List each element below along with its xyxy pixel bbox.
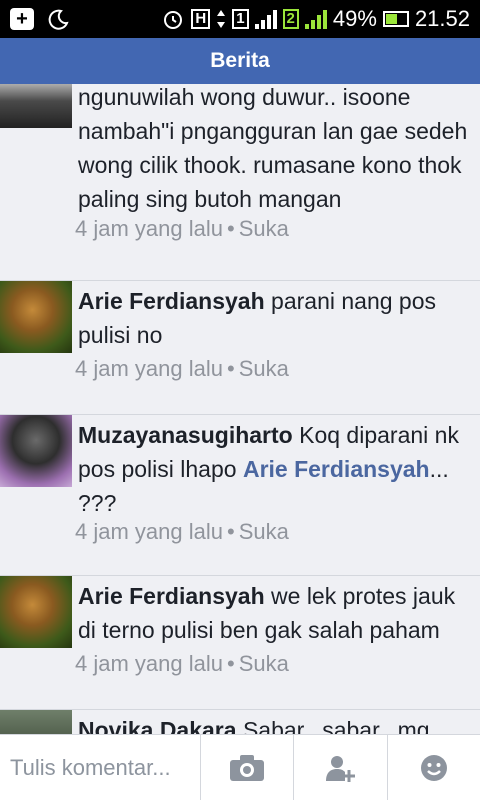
- like-link[interactable]: Suka: [239, 356, 289, 381]
- comment-meta: 4 jam yang lalu • Suka: [75, 356, 289, 382]
- tag-friend-button[interactable]: [293, 735, 386, 800]
- status-bar: + H 1 2 49% 21.52: [0, 0, 480, 38]
- moon-icon: [48, 9, 69, 30]
- comment-item: Muzayanasugiharto Koq diparani nk pos po…: [0, 415, 480, 576]
- comment-time[interactable]: 4 jam yang lalu: [75, 519, 223, 544]
- commenter-avatar[interactable]: [0, 415, 72, 487]
- comment-item: Novika Dakara Sabar.. sabar.. mg: [0, 710, 480, 734]
- camera-icon: [230, 754, 265, 781]
- comment-text: Arie Ferdiansyah parani nang pos pulisi …: [78, 284, 476, 352]
- alarm-icon: [164, 11, 183, 29]
- comment-item: ngunuwilah wong duwur.. isoone nambah"i …: [0, 84, 480, 281]
- commenter-avatar[interactable]: [0, 710, 72, 734]
- comment-input[interactable]: Tulis komentar...: [0, 735, 200, 800]
- commenter-name[interactable]: Muzayanasugiharto: [78, 422, 293, 448]
- commenter-name[interactable]: Novika Dakara: [78, 717, 237, 734]
- separator-dot: •: [226, 519, 235, 544]
- like-link[interactable]: Suka: [239, 216, 289, 241]
- commenter-avatar[interactable]: [0, 281, 72, 353]
- battery-icon: [382, 11, 409, 27]
- comment-item: Arie Ferdiansyah we lek protes jauk di t…: [0, 576, 480, 710]
- comment-text: ngunuwilah wong duwur.. isoone nambah"i …: [78, 84, 476, 216]
- separator-dot: •: [226, 216, 235, 241]
- comment-time[interactable]: 4 jam yang lalu: [75, 216, 223, 241]
- comment-text: Muzayanasugiharto Koq diparani nk pos po…: [78, 418, 476, 520]
- signal-sim1-icon: [254, 9, 277, 29]
- commenter-avatar[interactable]: [0, 576, 72, 648]
- commenter-name[interactable]: Arie Ferdiansyah: [78, 583, 265, 609]
- comment-time[interactable]: 4 jam yang lalu: [75, 356, 223, 381]
- comment-meta: 4 jam yang lalu • Suka: [75, 519, 289, 545]
- mention-link[interactable]: Arie Ferdiansyah: [243, 456, 430, 482]
- comment-item: Arie Ferdiansyah parani nang pos pulisi …: [0, 281, 480, 415]
- comment-composer: Tulis komentar...: [0, 734, 480, 800]
- comment-input-placeholder: Tulis komentar...: [10, 754, 171, 780]
- signal-sim2-icon: [304, 9, 327, 29]
- commenter-name[interactable]: Arie Ferdiansyah: [78, 288, 265, 314]
- camera-button[interactable]: [200, 735, 293, 800]
- separator-dot: •: [226, 356, 235, 381]
- header-bar: Berita: [0, 38, 480, 84]
- sim1-icon: 1: [232, 9, 249, 29]
- network-type-icon: H: [191, 9, 211, 29]
- sim2-icon: 2: [282, 9, 299, 29]
- separator-dot: •: [226, 651, 235, 676]
- comment-meta: 4 jam yang lalu • Suka: [75, 651, 289, 677]
- comment-time[interactable]: 4 jam yang lalu: [75, 651, 223, 676]
- battery-percent: 49%: [332, 6, 377, 31]
- emoji-icon: [420, 754, 447, 781]
- add-notification-icon: +: [10, 8, 34, 30]
- data-transfer-icon: [217, 10, 226, 28]
- like-link[interactable]: Suka: [239, 651, 289, 676]
- commenter-avatar[interactable]: [0, 84, 72, 128]
- comment-body: ngunuwilah wong duwur.. isoone nambah"i …: [78, 84, 468, 212]
- comment-body: Sabar.. sabar.. mg: [242, 717, 430, 734]
- comment-meta: 4 jam yang lalu • Suka: [75, 216, 289, 242]
- comment-text: Arie Ferdiansyah we lek protes jauk di t…: [78, 579, 476, 647]
- comment-text: Novika Dakara Sabar.. sabar.. mg: [78, 713, 476, 734]
- like-link[interactable]: Suka: [239, 519, 289, 544]
- comment-list[interactable]: ngunuwilah wong duwur.. isoone nambah"i …: [0, 84, 480, 734]
- clock: 21.52: [414, 6, 470, 31]
- emoji-button[interactable]: [386, 735, 480, 800]
- tag-friend-icon: [326, 755, 356, 782]
- page-title: Berita: [210, 49, 270, 72]
